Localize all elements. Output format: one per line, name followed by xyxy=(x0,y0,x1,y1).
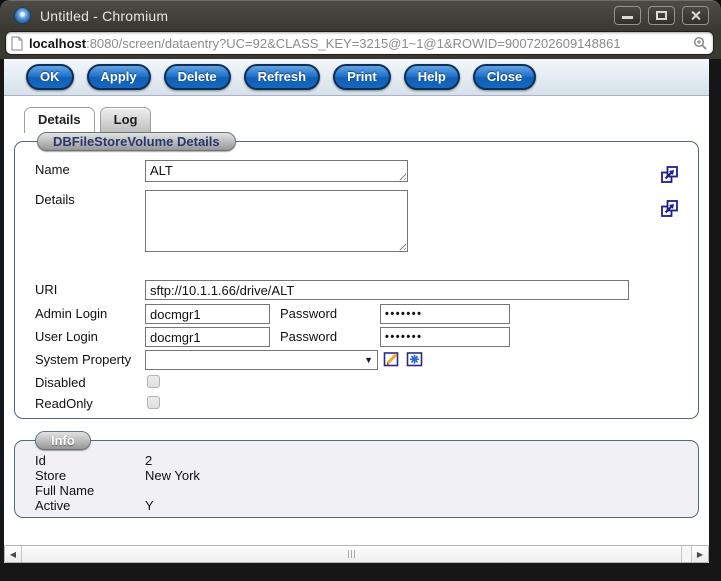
admin-password-label: Password xyxy=(280,304,380,321)
name-field-row: Name ALT xyxy=(35,160,698,182)
info-row-id: Id 2 xyxy=(35,453,698,468)
readonly-row: ReadOnly xyxy=(35,394,698,411)
admin-login-row: Admin Login Password xyxy=(35,304,698,324)
delete-button[interactable]: Delete xyxy=(164,64,231,90)
new-property-icon[interactable] xyxy=(406,350,424,368)
store-label: Store xyxy=(35,468,145,483)
refresh-button[interactable]: Refresh xyxy=(244,64,320,90)
id-label: Id xyxy=(35,453,145,468)
page: Details Log DBFileStoreVolume Details Na… xyxy=(4,96,709,545)
details-section: DBFileStoreVolume Details Name ALT Detai… xyxy=(14,141,699,419)
url-text: localhost:8080/screen/dataentry?UC=92&CL… xyxy=(29,36,691,51)
expand-name-icon[interactable] xyxy=(660,165,679,189)
uri-input[interactable] xyxy=(145,280,629,300)
system-property-select[interactable]: ▼ xyxy=(145,350,378,370)
browser-window: Untitled - Chromium localhost:8080/scree… xyxy=(0,0,721,581)
scrollbar-grip-icon xyxy=(348,550,355,558)
details-legend: DBFileStoreVolume Details xyxy=(37,132,236,151)
id-value: 2 xyxy=(145,453,152,468)
chevron-down-icon: ▼ xyxy=(364,355,373,365)
browser-viewport: OK Apply Delete Refresh Print Help Close… xyxy=(4,59,709,563)
uri-label: URI xyxy=(35,280,145,297)
info-section: Info Id 2 Store New York Full Name Activ… xyxy=(14,440,699,518)
info-row-store: Store New York xyxy=(35,468,698,483)
info-row-fullname: Full Name xyxy=(35,483,698,498)
name-label: Name xyxy=(35,160,145,177)
store-value: New York xyxy=(145,468,200,483)
toolbar: OK Apply Delete Refresh Print Help Close xyxy=(4,59,709,96)
close-button-toolbar[interactable]: Close xyxy=(473,64,536,90)
user-password-label: Password xyxy=(280,327,380,344)
readonly-label: ReadOnly xyxy=(35,394,145,411)
close-icon xyxy=(690,10,701,21)
print-button[interactable]: Print xyxy=(333,64,391,90)
minimize-icon xyxy=(622,16,633,19)
url-host: localhost xyxy=(29,36,86,51)
maximize-button[interactable] xyxy=(648,6,675,25)
admin-password-input[interactable] xyxy=(380,304,510,324)
scrollbar-thumb[interactable] xyxy=(22,546,682,562)
window-controls xyxy=(614,6,711,25)
scroll-left-icon[interactable]: ◀ xyxy=(5,546,22,562)
name-input[interactable]: ALT xyxy=(145,160,408,182)
system-property-label: System Property xyxy=(35,350,145,367)
horizontal-scrollbar[interactable]: ◀ ▶ xyxy=(4,545,709,563)
url-bar[interactable]: localhost:8080/screen/dataentry?UC=92&CL… xyxy=(5,31,714,55)
apply-button[interactable]: Apply xyxy=(87,64,151,90)
browser-url-row: localhost:8080/screen/dataentry?UC=92&CL… xyxy=(0,30,721,59)
window-title: Untitled - Chromium xyxy=(40,8,168,24)
tab-log[interactable]: Log xyxy=(100,107,152,133)
close-button[interactable] xyxy=(682,6,709,25)
window-titlebar[interactable]: Untitled - Chromium xyxy=(0,0,721,30)
user-password-input[interactable] xyxy=(380,327,510,347)
readonly-checkbox[interactable] xyxy=(147,396,160,409)
chromium-icon xyxy=(14,7,31,24)
active-label: Active xyxy=(35,498,145,513)
help-button[interactable]: Help xyxy=(404,64,460,90)
full-name-label: Full Name xyxy=(35,483,145,498)
system-property-row: System Property ▼ xyxy=(35,350,698,370)
tab-details[interactable]: Details xyxy=(24,107,95,133)
uri-field-row: URI xyxy=(35,280,698,300)
expand-details-icon[interactable] xyxy=(660,199,679,223)
info-row-active: Active Y xyxy=(35,498,698,513)
minimize-button[interactable] xyxy=(614,6,641,25)
disabled-checkbox[interactable] xyxy=(147,375,160,388)
info-legend: Info xyxy=(35,431,91,450)
details-label: Details xyxy=(35,190,145,207)
user-login-row: User Login Password xyxy=(35,327,698,347)
page-icon xyxy=(11,36,23,51)
user-login-input[interactable] xyxy=(145,327,270,347)
active-value: Y xyxy=(145,498,154,513)
disabled-label: Disabled xyxy=(35,373,145,390)
details-field-row: Details xyxy=(35,190,698,252)
admin-login-label: Admin Login xyxy=(35,304,145,321)
edit-property-icon[interactable] xyxy=(383,350,401,368)
disabled-row: Disabled xyxy=(35,373,698,390)
zoom-icon[interactable] xyxy=(693,36,708,51)
user-login-label: User Login xyxy=(35,327,145,344)
scroll-right-icon[interactable]: ▶ xyxy=(691,546,708,562)
tab-bar: Details Log xyxy=(24,107,709,133)
maximize-icon xyxy=(656,11,667,20)
admin-login-input[interactable] xyxy=(145,304,270,324)
details-input[interactable] xyxy=(145,190,408,252)
ok-button[interactable]: OK xyxy=(26,64,74,90)
url-path: :8080/screen/dataentry?UC=92&CLASS_KEY=3… xyxy=(86,36,620,51)
